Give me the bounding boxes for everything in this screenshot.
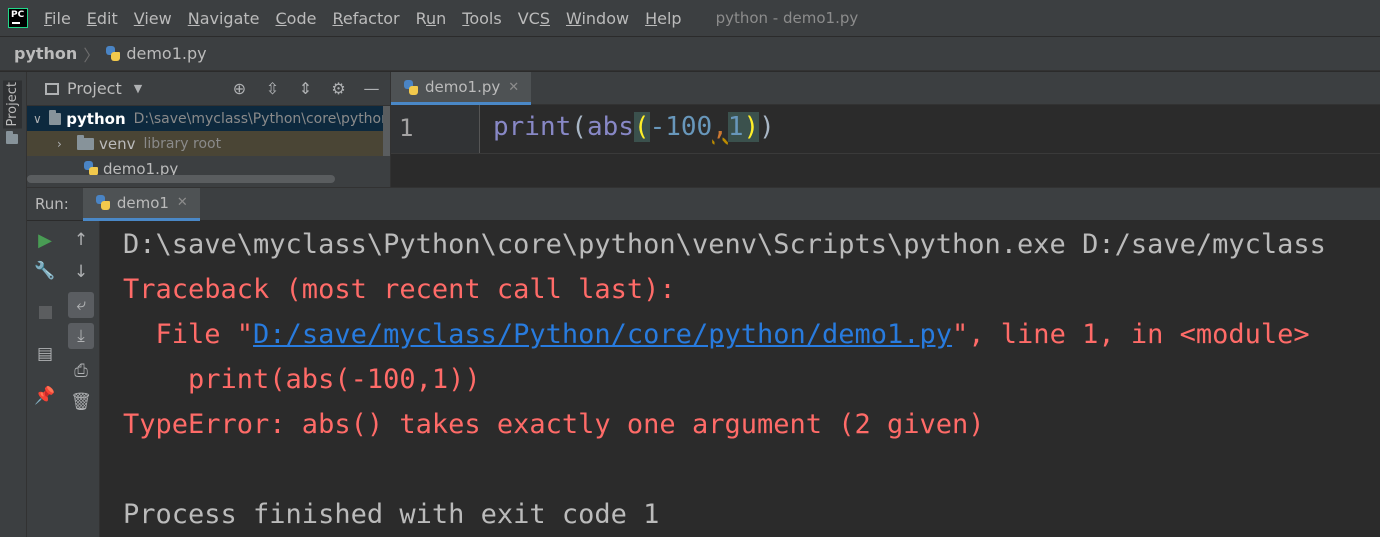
console-line-file: File "D:/save/myclass/Python/core/python…	[123, 319, 1310, 350]
editor-tab-demo1[interactable]: demo1.py ✕	[391, 72, 532, 105]
console-text: ", line 1, in <module>	[952, 319, 1310, 350]
python-file-icon	[95, 195, 110, 210]
pin-icon[interactable]: 📌	[32, 383, 58, 409]
tree-item-python[interactable]: ∨ python D:\save\myclass\Python\core\pyt…	[27, 106, 390, 131]
breadcrumb-file[interactable]: demo1.py	[126, 44, 206, 63]
layout-icon[interactable]: ▤	[32, 341, 58, 367]
code-line[interactable]: print(abs(-100,1))	[493, 112, 775, 142]
editor-tab-bar: demo1.py ✕	[391, 72, 1380, 105]
tree-item-venv[interactable]: › venv library root	[27, 131, 390, 156]
code-token: 1	[727, 112, 744, 142]
pycharm-logo-icon: PC	[8, 8, 28, 28]
menu-bar: PC File Edit View Navigate Code Refactor Run To…	[0, 0, 1380, 36]
left-tool-strip: Project	[0, 72, 27, 187]
console-line-error: TypeError: abs() takes exactly one argum…	[123, 409, 985, 440]
expand-all-icon[interactable]: ⇳	[262, 79, 283, 98]
editor: demo1.py ✕ 1 print(abs(-100,1))	[391, 72, 1380, 187]
code-token: print	[493, 112, 572, 142]
editor-empty-area	[391, 153, 1380, 187]
breadcrumb: python 〉 demo1.py	[0, 36, 1380, 71]
horizontal-scrollbar[interactable]	[27, 175, 335, 183]
menu-refactor[interactable]: Refactor	[332, 9, 399, 28]
breadcrumb-project[interactable]: python	[14, 44, 77, 63]
run-console[interactable]: D:\save\myclass\Python\core\python\venv\…	[100, 221, 1380, 537]
console-line-code: print(abs(-100,1))	[123, 364, 481, 395]
code-token: abs	[586, 112, 634, 142]
console-line-exit: Process finished with exit code 1	[123, 499, 660, 530]
chevron-down-icon[interactable]: ∨	[33, 112, 43, 126]
project-tool-window-button[interactable]: Project	[3, 80, 22, 129]
stop-icon[interactable]	[32, 299, 58, 325]
line-gutter: 1	[391, 105, 480, 153]
console-text: File "	[123, 319, 254, 350]
trash-icon[interactable]: 🗑	[68, 389, 94, 415]
breadcrumb-separator-icon: 〉	[83, 45, 100, 65]
window-title: python - demo1.py	[715, 9, 859, 27]
menu-window[interactable]: Window	[566, 9, 629, 28]
folder-icon	[6, 131, 18, 144]
chevron-right-icon[interactable]: ›	[57, 137, 71, 151]
console-line-traceback: Traceback (most recent call last):	[123, 274, 676, 305]
menu-vcs[interactable]: VCS	[518, 9, 550, 28]
play-icon[interactable]: ▶	[32, 227, 58, 253]
matched-brace: )	[743, 112, 760, 142]
collapse-all-icon[interactable]: ⇕	[295, 79, 316, 98]
menu-navigate[interactable]: Navigate	[188, 9, 260, 28]
vertical-scrollbar[interactable]	[383, 106, 390, 156]
python-file-icon	[105, 46, 121, 61]
gear-icon[interactable]: ⚙	[328, 79, 349, 98]
menu-help[interactable]: Help	[645, 9, 681, 28]
folder-icon	[49, 109, 62, 125]
run-toolbar-primary: ▶ 🔧 ▤ 📌	[27, 221, 63, 537]
close-icon[interactable]: ✕	[177, 195, 188, 210]
project-pane: Project ▼ ⊕ ⇳ ⇕ ⚙ — ∨ python D:\save\myc…	[27, 72, 391, 187]
code-token: (	[571, 112, 587, 142]
run-header: Run: demo1 ✕	[27, 187, 1380, 221]
menu-code[interactable]: Code	[276, 9, 317, 28]
menu-file[interactable]: File	[44, 9, 71, 28]
matched-brace: (	[633, 112, 650, 142]
traceback-file-link[interactable]: D:/save/myclass/Python/core/python/demo1…	[253, 319, 952, 350]
line-number: 1	[399, 114, 414, 142]
chevron-down-icon[interactable]: ▼	[134, 82, 142, 95]
menu-edit[interactable]: Edit	[87, 9, 118, 28]
crosshair-icon[interactable]: ⊕	[229, 79, 250, 98]
menu-run[interactable]: Run	[416, 9, 447, 28]
run-toolbar-secondary: ↑ ↓ ⤶ ⤓ ⎙ 🗑	[63, 221, 100, 537]
soft-wrap-icon[interactable]: ⤶	[68, 292, 94, 318]
scroll-to-end-icon[interactable]: ⤓	[68, 323, 94, 349]
run-left-strip	[0, 187, 27, 537]
project-header: Project ▼ ⊕ ⇳ ⇕ ⚙ —	[27, 72, 390, 106]
run-label: Run:	[35, 195, 69, 213]
minimize-icon[interactable]: —	[361, 79, 382, 98]
project-view-icon	[45, 82, 59, 95]
project-view-selector[interactable]: Project	[67, 79, 122, 98]
code-area[interactable]: 1 print(abs(-100,1))	[391, 105, 1380, 153]
folder-icon	[77, 134, 94, 150]
print-icon[interactable]: ⎙	[68, 358, 94, 384]
wrench-icon[interactable]: 🔧	[32, 258, 58, 284]
menu-tools[interactable]: Tools	[462, 9, 501, 28]
console-line-command: D:\save\myclass\Python\core\python\venv\…	[123, 229, 1326, 260]
close-icon[interactable]: ✕	[508, 80, 519, 95]
code-token: -100	[649, 112, 713, 142]
up-arrow-icon[interactable]: ↑	[68, 227, 94, 253]
down-arrow-icon[interactable]: ↓	[68, 259, 94, 285]
menu-view[interactable]: View	[134, 9, 172, 28]
code-token-warning: ,	[712, 112, 728, 142]
code-token: )	[759, 112, 775, 142]
run-tab-demo1[interactable]: demo1 ✕	[82, 187, 200, 221]
python-file-icon	[403, 79, 418, 95]
python-file-icon	[83, 161, 98, 176]
